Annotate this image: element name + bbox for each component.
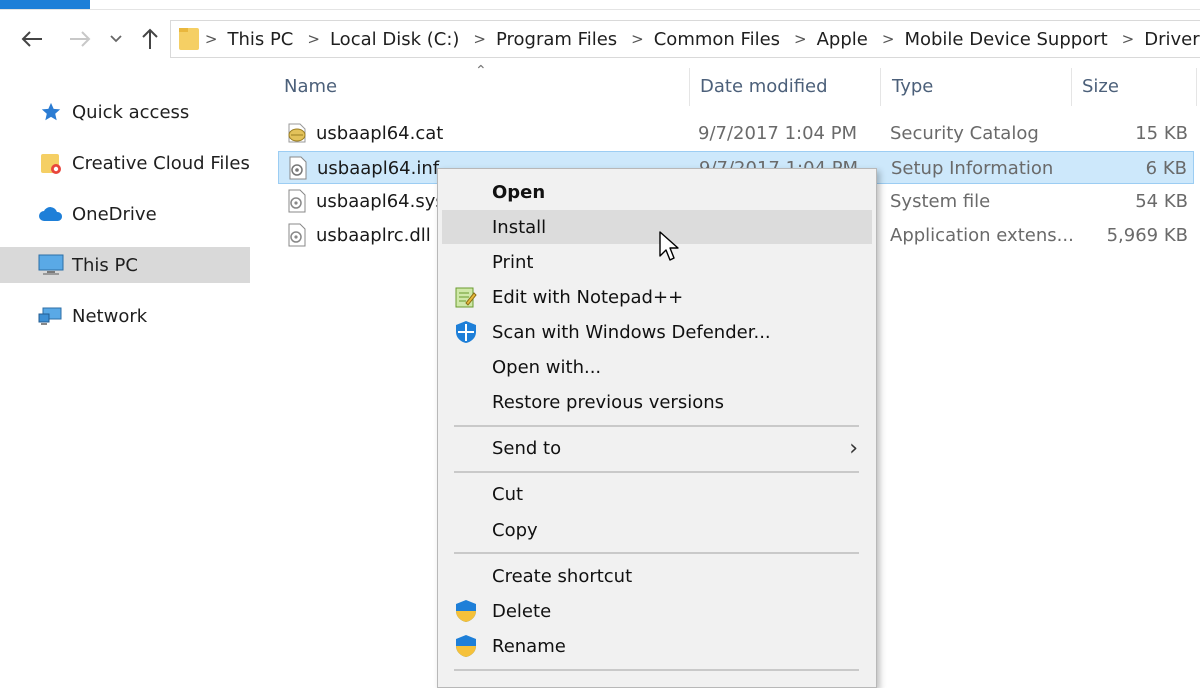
chevron-right-icon[interactable]: > bbox=[473, 30, 486, 48]
file-size: 54 KB bbox=[1135, 191, 1188, 212]
file-name: usbaapl64.inf bbox=[317, 158, 440, 179]
up-arrow-icon[interactable] bbox=[136, 24, 164, 54]
menu-item-label: Delete bbox=[492, 600, 552, 622]
uac-shield-icon bbox=[456, 635, 476, 657]
menu-item-cut[interactable]: Cut bbox=[442, 477, 872, 511]
menu-item-rename[interactable]: Rename bbox=[442, 629, 872, 663]
column-divider[interactable] bbox=[1196, 68, 1197, 106]
menu-item-edit-notepadpp[interactable]: Edit with Notepad++ bbox=[442, 280, 872, 314]
mouse-cursor-icon bbox=[659, 231, 679, 261]
file-date: 9/7/2017 1:04 PM bbox=[698, 123, 858, 144]
ribbon-divider bbox=[0, 9, 1200, 10]
back-arrow-icon[interactable] bbox=[18, 24, 46, 54]
file-row[interactable]: usbaapl64.cat 9/7/2017 1:04 PM Security … bbox=[278, 117, 1194, 150]
sidebar-item-label: Creative Cloud Files bbox=[72, 152, 250, 174]
security-catalog-icon bbox=[288, 123, 306, 143]
file-type: Security Catalog bbox=[890, 123, 1039, 144]
breadcrumb-local-disk[interactable]: Local Disk (C:) bbox=[330, 29, 459, 50]
menu-separator bbox=[454, 471, 859, 473]
menu-item-label: Open with... bbox=[492, 356, 602, 378]
sidebar-item-label: OneDrive bbox=[72, 203, 157, 225]
file-name: usbaapl64.cat bbox=[316, 123, 444, 144]
breadcrumb-this-pc[interactable]: This PC bbox=[227, 29, 293, 50]
menu-item-label: Scan with Windows Defender... bbox=[492, 321, 771, 343]
file-name: usbaaplrc.dll bbox=[316, 225, 431, 246]
chevron-right-icon: › bbox=[849, 435, 858, 461]
menu-item-send-to[interactable]: Send to › bbox=[442, 431, 872, 465]
chevron-down-icon[interactable] bbox=[106, 24, 126, 54]
menu-item-label: Copy bbox=[492, 519, 538, 541]
menu-item-label: Create shortcut bbox=[492, 565, 633, 587]
menu-separator bbox=[454, 552, 859, 554]
cloud-icon bbox=[38, 202, 64, 226]
network-icon bbox=[38, 304, 64, 328]
folder-icon bbox=[179, 28, 199, 50]
file-type: Application extens... bbox=[890, 225, 1074, 246]
menu-item-label: Install bbox=[492, 216, 547, 238]
sidebar-item-quick-access[interactable]: Quick access bbox=[0, 94, 250, 130]
menu-item-label: Edit with Notepad++ bbox=[492, 286, 684, 308]
column-divider[interactable] bbox=[880, 68, 881, 106]
menu-item-label: Restore previous versions bbox=[492, 391, 725, 413]
breadcrumb-mobile-device-support[interactable]: Mobile Device Support bbox=[904, 29, 1107, 50]
menu-item-scan-defender[interactable]: Scan with Windows Defender... bbox=[442, 315, 872, 349]
forward-arrow-icon[interactable] bbox=[66, 24, 94, 54]
uac-shield-icon bbox=[456, 600, 476, 622]
column-header-type[interactable]: Type bbox=[892, 76, 933, 97]
column-divider[interactable] bbox=[1071, 68, 1072, 106]
computer-icon bbox=[38, 253, 64, 277]
file-type: System file bbox=[890, 191, 991, 212]
setup-information-icon bbox=[289, 156, 307, 180]
column-divider[interactable] bbox=[689, 68, 690, 106]
menu-item-delete[interactable]: Delete bbox=[442, 594, 872, 628]
file-type: Setup Information bbox=[891, 158, 1054, 179]
file-size: 15 KB bbox=[1135, 123, 1188, 144]
chevron-right-icon[interactable]: > bbox=[307, 30, 320, 48]
chevron-right-icon[interactable]: > bbox=[631, 30, 644, 48]
address-bar[interactable]: > This PC > Local Disk (C:) > Program Fi… bbox=[170, 20, 1200, 58]
menu-item-restore-previous-versions[interactable]: Restore previous versions bbox=[442, 385, 872, 419]
sidebar-item-creative-cloud-files[interactable]: Creative Cloud Files bbox=[0, 145, 250, 181]
sidebar-item-label: Quick access bbox=[72, 101, 190, 123]
star-icon bbox=[38, 100, 64, 124]
chevron-right-icon[interactable]: > bbox=[1122, 30, 1135, 48]
chevron-right-icon[interactable]: > bbox=[882, 30, 895, 48]
file-name: usbaapl64.sys bbox=[316, 191, 445, 212]
chevron-right-icon[interactable]: > bbox=[205, 30, 218, 48]
chevron-right-icon[interactable]: > bbox=[794, 30, 807, 48]
menu-separator bbox=[454, 669, 859, 671]
system-file-icon bbox=[288, 189, 306, 213]
windows-defender-icon bbox=[456, 321, 476, 343]
column-header-date-modified[interactable]: Date modified bbox=[700, 76, 828, 97]
sort-ascending-icon: ⌃ bbox=[475, 63, 487, 79]
menu-item-label: Cut bbox=[492, 483, 524, 505]
breadcrumb-drivers[interactable]: Drivers bbox=[1144, 29, 1200, 50]
dll-file-icon bbox=[288, 223, 306, 247]
menu-item-copy[interactable]: Copy bbox=[442, 513, 872, 547]
column-header-name[interactable]: Name bbox=[284, 76, 337, 97]
sidebar-item-label: This PC bbox=[72, 254, 138, 276]
breadcrumb-apple[interactable]: Apple bbox=[817, 29, 868, 50]
creative-cloud-folder-icon bbox=[38, 151, 64, 175]
column-header-size[interactable]: Size bbox=[1082, 76, 1119, 97]
menu-item-label: Send to bbox=[492, 437, 562, 459]
file-size: 5,969 KB bbox=[1106, 225, 1188, 246]
sidebar-item-network[interactable]: Network bbox=[0, 298, 250, 334]
menu-item-label: Open bbox=[492, 181, 546, 203]
menu-item-open-with[interactable]: Open with... bbox=[442, 350, 872, 384]
file-size: 6 KB bbox=[1145, 158, 1187, 179]
window-accent-strip bbox=[0, 0, 90, 9]
menu-item-create-shortcut[interactable]: Create shortcut bbox=[442, 559, 872, 593]
menu-item-label: Rename bbox=[492, 635, 566, 657]
notepad-plus-plus-icon bbox=[455, 287, 477, 308]
menu-item-label: Print bbox=[492, 251, 534, 273]
menu-separator bbox=[454, 425, 859, 427]
menu-item-open[interactable]: Open bbox=[442, 175, 872, 209]
breadcrumb-common-files[interactable]: Common Files bbox=[654, 29, 780, 50]
sidebar-item-label: Network bbox=[72, 305, 148, 327]
sidebar-item-this-pc[interactable]: This PC bbox=[0, 247, 250, 283]
sidebar-item-onedrive[interactable]: OneDrive bbox=[0, 196, 250, 232]
breadcrumb-program-files[interactable]: Program Files bbox=[496, 29, 617, 50]
